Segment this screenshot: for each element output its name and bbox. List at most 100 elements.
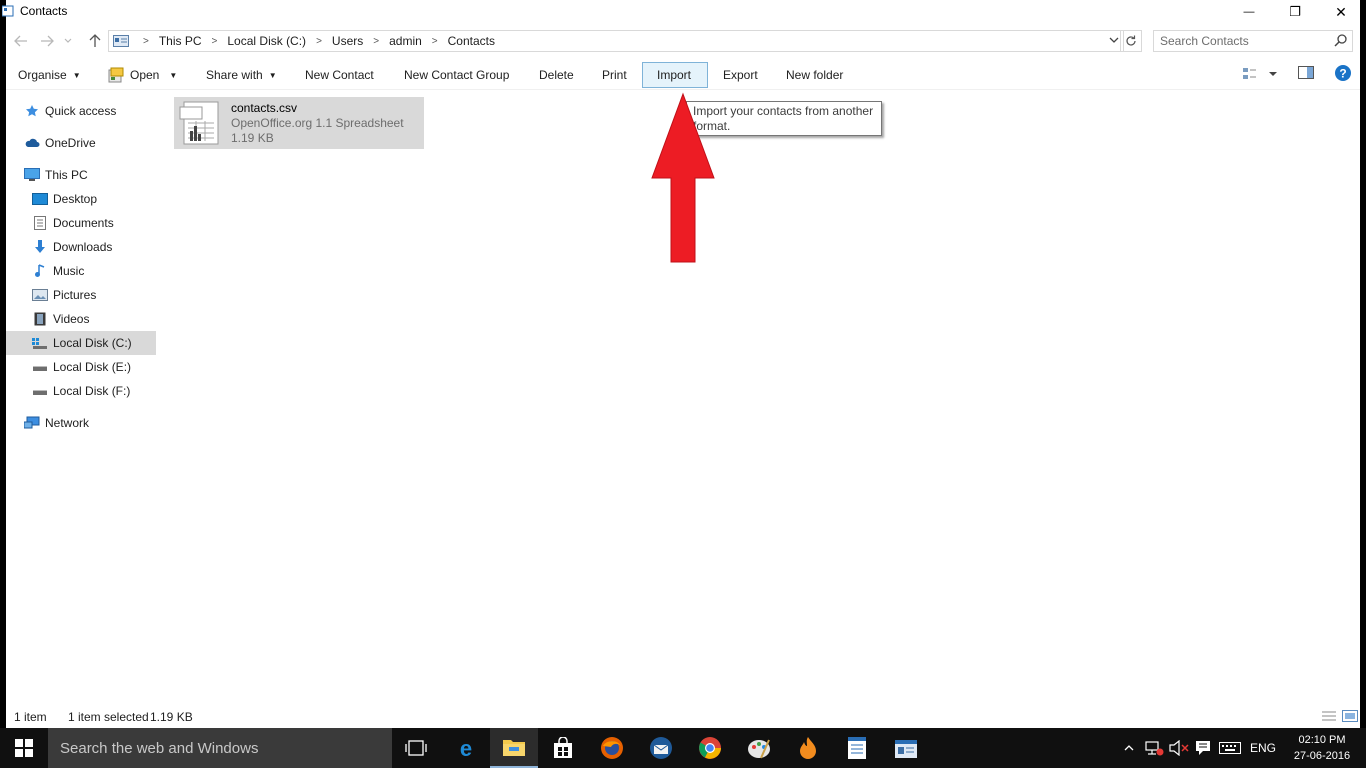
taskbar-search-box[interactable]: Search the web and Windows (48, 728, 392, 768)
network-disconnected-icon (1145, 741, 1164, 756)
edge-icon: e (460, 737, 472, 759)
taskbar-app-firefox[interactable] (588, 728, 636, 768)
nav-item-this-pc[interactable]: This PC (24, 164, 88, 186)
refresh-button[interactable] (1120, 30, 1142, 52)
file-list-area[interactable]: contacts.csv OpenOffice.org 1.1 Spreadsh… (156, 92, 1360, 696)
import-button[interactable]: Import (642, 62, 708, 88)
taskbar-app-thunderbird[interactable] (637, 728, 685, 768)
selection-count: 1 item selected (68, 710, 149, 724)
nav-item-downloads[interactable]: Downloads (32, 236, 112, 258)
search-input[interactable] (1154, 31, 1324, 51)
minimize-button[interactable]: — (1226, 0, 1272, 24)
nav-label: Local Disk (E:) (53, 360, 132, 374)
nav-label: Network (45, 416, 90, 430)
delete-label: Delete (539, 68, 574, 82)
notification-icon (1196, 741, 1210, 755)
new-folder-button[interactable]: New folder (786, 62, 843, 88)
up-button[interactable] (86, 32, 104, 50)
new-contact-label: New Contact (305, 68, 374, 82)
nav-item-quick-access[interactable]: Quick access (24, 100, 116, 122)
nav-label: This PC (45, 168, 88, 182)
action-center-button[interactable] (1192, 728, 1214, 768)
nav-item-local-disk-f[interactable]: Local Disk (F:) (32, 380, 130, 402)
taskbar-app-edge[interactable]: e (442, 728, 490, 768)
open-button[interactable]: Open ▼ (108, 62, 177, 88)
address-bar[interactable]: > This PC > Local Disk (C:) > Users > ad… (108, 30, 1124, 52)
nav-item-desktop[interactable]: Desktop (32, 188, 97, 210)
store-bag-icon (554, 737, 572, 758)
nav-item-network[interactable]: Network (24, 412, 89, 434)
nav-item-local-disk-c[interactable]: Local Disk (C:) (32, 332, 132, 354)
file-item-selected[interactable]: contacts.csv OpenOffice.org 1.1 Spreadsh… (174, 97, 424, 149)
nav-item-music[interactable]: Music (32, 260, 84, 282)
computer-icon (24, 167, 40, 183)
new-contact-group-button[interactable]: New Contact Group (404, 62, 509, 88)
change-view-button[interactable] (1242, 66, 1278, 85)
organise-button[interactable]: Organise ▼ (18, 62, 81, 88)
input-language-button[interactable]: ENG (1246, 728, 1280, 768)
chevron-up-icon (1124, 745, 1134, 751)
breadcrumb-users[interactable]: Users (328, 34, 367, 48)
svg-text:?: ? (1339, 67, 1346, 81)
window-title: Contacts (20, 4, 68, 18)
export-button[interactable]: Export (723, 62, 758, 88)
volume-button[interactable] (1168, 728, 1190, 768)
task-view-icon (405, 740, 427, 756)
minimize-icon: — (1243, 6, 1255, 18)
address-dropdown-icon[interactable] (1109, 37, 1119, 44)
breadcrumb-this-pc[interactable]: This PC (155, 34, 206, 48)
large-icons-view-icon[interactable] (1342, 710, 1358, 722)
back-button[interactable] (12, 32, 30, 50)
clock-date: 27-06-2016 (1293, 750, 1351, 762)
recent-locations-button[interactable] (62, 32, 74, 50)
keyboard-icon (1219, 742, 1241, 754)
organise-label: Organise (18, 68, 67, 82)
nav-label: Desktop (53, 192, 98, 206)
taskbar-clock[interactable]: 02:10 PM 27-06-2016 (1284, 732, 1360, 764)
nav-item-videos[interactable]: Videos (32, 308, 89, 330)
forward-button[interactable] (38, 32, 56, 50)
taskbar-app-contacts[interactable] (882, 728, 930, 768)
taskbar-app-wordpad[interactable] (833, 728, 881, 768)
new-contact-button[interactable]: New Contact (305, 62, 374, 88)
network-status-button[interactable] (1142, 728, 1166, 768)
chrome-icon (699, 737, 721, 759)
nav-item-pictures[interactable]: Pictures (32, 284, 96, 306)
restore-button[interactable]: ❐ (1272, 0, 1318, 24)
search-icon[interactable] (1334, 33, 1348, 47)
breadcrumb-contacts[interactable]: Contacts (444, 34, 499, 48)
nav-label: Downloads (53, 240, 113, 254)
taskbar-app-nero[interactable] (784, 728, 832, 768)
delete-button[interactable]: Delete (539, 62, 574, 88)
nav-item-onedrive[interactable]: OneDrive (24, 132, 96, 154)
speaker-muted-icon (1169, 740, 1189, 756)
chevron-down-icon (64, 38, 72, 43)
file-size: 1.19 KB (231, 131, 274, 145)
help-button[interactable]: ? (1334, 64, 1352, 85)
print-button[interactable]: Print (602, 62, 627, 88)
taskbar-app-chrome[interactable] (686, 728, 734, 768)
details-view-icon[interactable] (1321, 710, 1337, 722)
taskbar-app-paint[interactable] (735, 728, 783, 768)
close-button[interactable]: ✕ (1318, 0, 1364, 24)
search-box[interactable] (1153, 30, 1353, 52)
taskbar-app-store[interactable] (539, 728, 587, 768)
nav-item-local-disk-e[interactable]: Local Disk (E:) (32, 356, 131, 378)
preview-pane-button[interactable] (1298, 66, 1314, 83)
start-button[interactable] (0, 728, 48, 768)
taskbar-app-file-explorer[interactable] (490, 728, 538, 768)
share-with-label: Share with (206, 68, 263, 82)
breadcrumb-separator: > (143, 35, 149, 47)
up-arrow-icon (89, 34, 101, 47)
breadcrumb-admin[interactable]: admin (385, 34, 426, 48)
selection-size: 1.19 KB (150, 710, 193, 724)
task-view-button[interactable] (392, 728, 440, 768)
drive-windows-icon (32, 335, 48, 351)
nav-item-documents[interactable]: Documents (32, 212, 114, 234)
show-hidden-icons-button[interactable] (1120, 728, 1138, 768)
breadcrumb-local-disk-c[interactable]: Local Disk (C:) (223, 34, 310, 48)
explorer-window: Contacts — ❐ ✕ > This PC > Local Disk (C… (2, 0, 1360, 728)
touch-keyboard-button[interactable] (1216, 728, 1244, 768)
share-with-button[interactable]: Share with ▼ (206, 62, 277, 88)
contacts-app-icon (2, 5, 14, 17)
